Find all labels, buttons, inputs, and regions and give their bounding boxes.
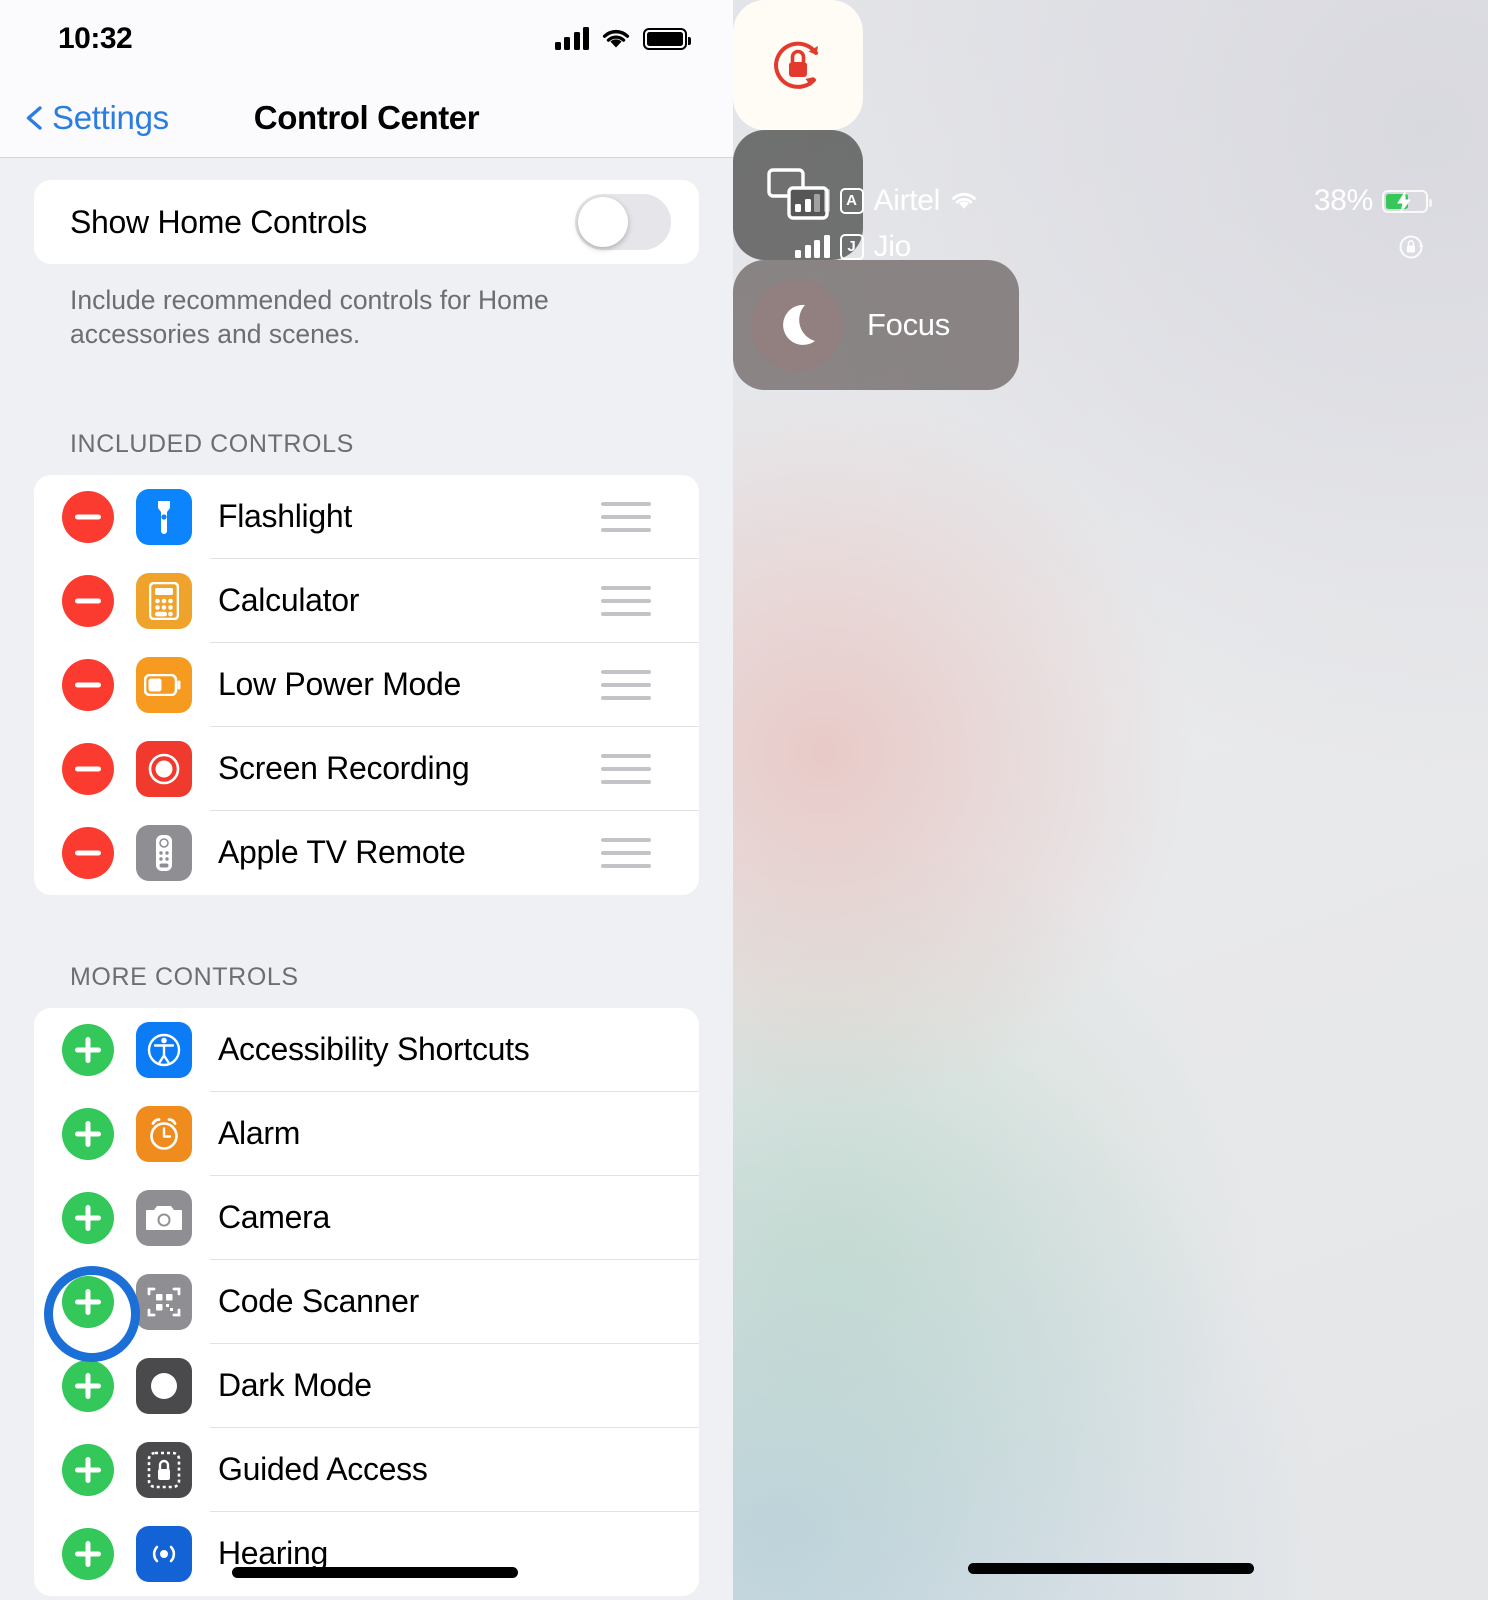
- remove-button[interactable]: [62, 658, 114, 711]
- more-controls-header: MORE CONTROLS: [70, 962, 299, 991]
- back-button[interactable]: Settings: [0, 99, 169, 137]
- add-button[interactable]: [62, 1359, 114, 1412]
- table-row[interactable]: Hearing: [34, 1512, 699, 1596]
- battery-percent: 38%: [1313, 184, 1373, 217]
- code-scanner-icon: [136, 1273, 192, 1330]
- add-button-code-scanner[interactable]: [62, 1275, 114, 1328]
- carrier-line-2: J Jio: [795, 224, 978, 270]
- row-label: Apple TV Remote: [218, 834, 466, 871]
- add-button[interactable]: [62, 1527, 114, 1580]
- show-home-controls-row[interactable]: Show Home Controls: [34, 180, 699, 264]
- moon-icon: [783, 304, 815, 345]
- remove-button[interactable]: [62, 742, 114, 795]
- settings-panel: 10:32 Settings Control Center Show Home …: [0, 0, 733, 1600]
- battery-full-icon: [643, 28, 691, 50]
- cellular-bars-icon: [554, 27, 589, 50]
- reorder-handle-icon[interactable]: [601, 753, 651, 784]
- guided-access-icon: [136, 1441, 192, 1498]
- carrier-name-2: Jio: [873, 230, 912, 263]
- status-time: 10:32: [58, 22, 133, 55]
- row-label: Dark Mode: [218, 1367, 372, 1404]
- wifi-icon: [602, 29, 630, 48]
- add-button[interactable]: [62, 1107, 114, 1160]
- calculator-icon: [136, 572, 192, 629]
- sim-badge-j: J: [839, 234, 864, 260]
- row-label: Guided Access: [218, 1451, 428, 1488]
- row-label: Accessibility Shortcuts: [218, 1031, 530, 1068]
- rotation-lock-icon: [774, 41, 818, 89]
- add-button[interactable]: [62, 1191, 114, 1244]
- row-label: Screen Recording: [218, 750, 470, 787]
- row-label: Low Power Mode: [218, 666, 462, 703]
- row-label: Flashlight: [218, 498, 352, 535]
- table-row[interactable]: Guided Access: [34, 1428, 699, 1512]
- camera-icon: [136, 1189, 192, 1246]
- table-row[interactable]: Low Power Mode: [34, 643, 699, 727]
- reorder-handle-icon[interactable]: [601, 837, 651, 868]
- home-indicator: [967, 1563, 1254, 1574]
- table-row[interactable]: Apple TV Remote: [34, 811, 699, 895]
- table-row[interactable]: Accessibility Shortcuts: [34, 1008, 699, 1092]
- row-label: Alarm: [218, 1115, 301, 1152]
- ios-status-bar: 10:32: [0, 0, 733, 78]
- more-controls-card: Accessibility Shortcuts Alarm Camera Cod…: [34, 1007, 699, 1596]
- accessibility-icon: [136, 1021, 192, 1078]
- table-row[interactable]: Dark Mode: [34, 1344, 699, 1428]
- row-label: Calculator: [218, 582, 360, 619]
- table-row[interactable]: Flashlight: [34, 475, 699, 559]
- remove-button[interactable]: [62, 826, 114, 879]
- alarm-clock-icon: [136, 1105, 192, 1162]
- control-center-status-bar: A Airtel J Jio 38%: [733, 178, 1488, 274]
- add-button[interactable]: [62, 1023, 114, 1076]
- flashlight-icon: [136, 488, 192, 545]
- settings-scroll-area[interactable]: Show Home Controls Include recommended c…: [0, 158, 733, 1600]
- status-icons: [554, 27, 691, 50]
- low-power-mode-icon: [136, 656, 192, 713]
- table-row[interactable]: Alarm: [34, 1092, 699, 1176]
- focus-tile[interactable]: Focus: [733, 260, 1019, 390]
- rotation-lock-tile[interactable]: [733, 0, 863, 130]
- home-indicator: [232, 1567, 518, 1578]
- navigation-bar: Settings Control Center: [0, 78, 733, 158]
- show-home-controls-card: Show Home Controls: [34, 180, 699, 264]
- dark-mode-icon: [136, 1357, 192, 1414]
- battery-charging-icon: [1382, 189, 1432, 213]
- wifi-icon: [952, 192, 976, 209]
- cellular-bars-icon: [795, 235, 830, 258]
- focus-icon-circle: [751, 279, 843, 371]
- chevron-left-icon: [26, 105, 42, 130]
- table-row-code-scanner[interactable]: Code Scanner: [34, 1260, 699, 1344]
- remove-button[interactable]: [62, 574, 114, 627]
- carrier-name-1: Airtel: [873, 184, 941, 217]
- battery-info: 38%: [1313, 178, 1432, 270]
- toggle-knob: [578, 197, 628, 247]
- home-controls-footnote: Include recommended controls for Home ac…: [70, 285, 549, 349]
- table-row[interactable]: Calculator: [34, 559, 699, 643]
- show-home-controls-toggle[interactable]: [575, 194, 671, 250]
- screen-recording-icon: [136, 740, 192, 797]
- apple-tv-remote-icon: [136, 824, 192, 881]
- reorder-handle-icon[interactable]: [601, 669, 651, 700]
- sim-badge-a: A: [839, 188, 864, 214]
- row-label: Code Scanner: [218, 1283, 419, 1320]
- back-button-label: Settings: [52, 98, 169, 136]
- included-controls-card: Flashlight Calculator Low Power Mode Scr…: [34, 474, 699, 895]
- reorder-handle-icon[interactable]: [601, 585, 651, 616]
- hearing-icon: [136, 1525, 192, 1582]
- table-row[interactable]: Camera: [34, 1176, 699, 1260]
- carrier-info: A Airtel J Jio: [795, 178, 978, 270]
- included-controls-header: INCLUDED CONTROLS: [70, 429, 354, 458]
- focus-label: Focus: [867, 307, 950, 342]
- reorder-handle-icon[interactable]: [601, 501, 651, 532]
- remove-button[interactable]: [62, 490, 114, 543]
- carrier-line-1: A Airtel: [795, 178, 978, 224]
- add-button[interactable]: [62, 1443, 114, 1496]
- show-home-controls-label: Show Home Controls: [70, 203, 367, 240]
- row-label: Camera: [218, 1199, 331, 1236]
- cellular-bars-icon: [795, 189, 830, 212]
- rotation-lock-icon: [1399, 235, 1424, 259]
- control-center-panel: A Airtel J Jio 38% Focus: [733, 0, 1488, 1600]
- screenshot-stage: 10:32 Settings Control Center Show Home …: [0, 0, 1488, 1600]
- table-row[interactable]: Screen Recording: [34, 727, 699, 811]
